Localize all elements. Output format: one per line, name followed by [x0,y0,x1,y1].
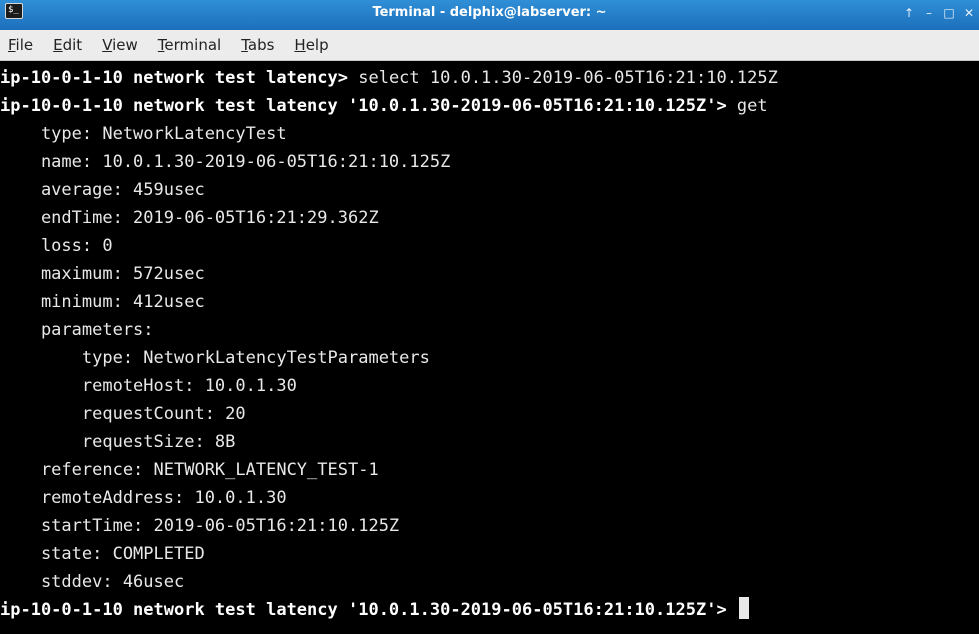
menu-terminal[interactable]: Terminal [148,30,231,60]
shell-prompt: ip-10-0-1-10 network test latency '10.0.… [0,96,737,116]
output-text: remoteAddress: 10.0.1.30 [0,488,287,508]
terminal-line: name: 10.0.1.30-2019-06-05T16:21:10.125Z [0,148,450,176]
terminal-line: remoteAddress: 10.0.1.30 [0,484,287,512]
terminal-line: maximum: 572usec [0,260,205,288]
terminal-line: startTime: 2019-06-05T16:21:10.125Z [0,512,399,540]
terminal-line: type: NetworkLatencyTestParameters [0,344,430,372]
menu-tabs[interactable]: Tabs [231,30,284,60]
terminal-output[interactable]: ip-10-0-1-10 network test latency> selec… [0,61,979,634]
terminal-line: requestSize: 8B [0,428,236,456]
output-text: requestSize: 8B [0,432,236,452]
terminal-line: reference: NETWORK_LATENCY_TEST-1 [0,456,379,484]
output-text: reference: NETWORK_LATENCY_TEST-1 [0,460,379,480]
output-text: type: NetworkLatencyTestParameters [0,348,430,368]
terminal-line: type: NetworkLatencyTest [0,120,287,148]
terminal-line: remoteHost: 10.0.1.30 [0,372,297,400]
terminal-line: ip-10-0-1-10 network test latency '10.0.… [0,92,768,120]
shell-prompt: ip-10-0-1-10 network test latency '10.0.… [0,600,737,620]
terminal-line: endTime: 2019-06-05T16:21:29.362Z [0,204,379,232]
terminal-line: minimum: 412usec [0,288,205,316]
close-icon[interactable]: ✕ [961,0,977,26]
maximize-icon[interactable]: □ [941,0,957,26]
title-bar[interactable]: $_ Terminal - delphix@labserver: ~ ↑ – □… [0,0,979,30]
window-controls: ↑ – □ ✕ [897,0,977,26]
output-text: remoteHost: 10.0.1.30 [0,376,297,396]
terminal-line: stddev: 46usec [0,568,184,596]
menu-edit[interactable]: Edit [43,30,92,60]
terminal-line: average: 459usec [0,176,205,204]
shell-prompt: ip-10-0-1-10 network test latency> [0,68,359,88]
window-title: Terminal - delphix@labserver: ~ [372,5,607,20]
output-text: stddev: 46usec [0,572,185,592]
menu-file[interactable]: File [0,30,43,60]
output-text: name: 10.0.1.30-2019-06-05T16:21:10.125Z [0,152,451,172]
terminal-line: requestCount: 20 [0,400,246,428]
text-cursor [738,597,749,619]
output-text: type: NetworkLatencyTest [0,124,287,144]
pin-icon[interactable]: ↑ [901,0,917,26]
terminal-line: ip-10-0-1-10 network test latency> selec… [0,64,778,92]
output-text: startTime: 2019-06-05T16:21:10.125Z [0,516,400,536]
menu-help[interactable]: Help [284,30,338,60]
menu-bar: File Edit View Terminal Tabs Help [0,30,979,61]
command-text: select 10.0.1.30-2019-06-05T16:21:10.125… [358,68,778,88]
output-text: requestCount: 20 [0,404,246,424]
minimize-icon[interactable]: – [921,0,937,26]
output-text: average: 459usec [0,180,205,200]
output-text: state: COMPLETED [0,544,205,564]
output-text: maximum: 572usec [0,264,205,284]
terminal-line: loss: 0 [0,232,113,260]
output-text: minimum: 412usec [0,292,205,312]
terminal-line: state: COMPLETED [0,540,205,568]
terminal-line: ip-10-0-1-10 network test latency '10.0.… [0,596,749,624]
menu-view[interactable]: View [92,30,148,60]
command-text: get [736,96,768,116]
output-text: parameters: [0,320,154,340]
output-text: endTime: 2019-06-05T16:21:29.362Z [0,208,379,228]
terminal-line: parameters: [0,316,154,344]
output-text: loss: 0 [0,236,113,256]
